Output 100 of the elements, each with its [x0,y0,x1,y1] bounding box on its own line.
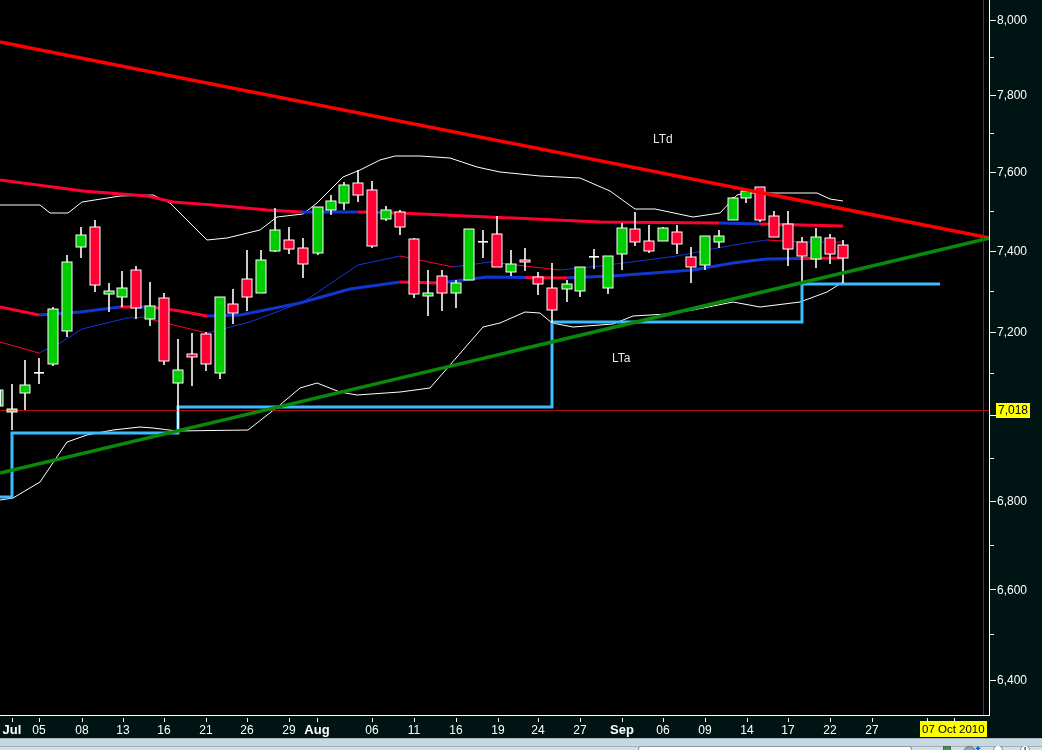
candle [685,246,697,284]
candle [422,269,434,317]
candle [186,332,198,387]
tick-mark [498,718,499,722]
date-label: 27 [865,723,879,737]
date-label: 09 [698,723,712,737]
price-label: 7,200 [997,325,1028,339]
candle [519,247,531,272]
candle [574,266,586,298]
tick-mark [82,718,83,722]
candle [810,227,822,269]
tick-mark [747,718,748,722]
arrow-icon[interactable] [963,746,982,750]
price-label: 8,000 [997,13,1028,27]
tick-mark [456,718,457,722]
tick-mark [872,718,873,722]
candle [241,249,253,312]
candle [19,359,31,411]
price-label: 6,800 [997,494,1028,508]
candle [491,215,503,268]
candle [505,249,517,277]
candle-icon[interactable] [943,746,951,750]
candle [532,271,544,296]
date-label: Sep [610,723,634,737]
candle [837,239,849,284]
tick-mark [830,718,831,722]
date-label: 22 [823,723,837,737]
candle [0,389,4,407]
tick-mark [12,718,13,722]
date-label: 17 [781,723,795,737]
candle [366,180,378,249]
price-label: 7,800 [997,88,1028,102]
candle [103,282,115,313]
date-label: 13 [116,723,130,737]
candle [352,169,364,203]
date-label: 06 [656,723,670,737]
tick-mark [289,718,290,722]
candle [699,235,711,271]
trend-label: LTd [653,132,673,146]
tick-mark [580,718,581,722]
date-label: 05 [32,723,46,737]
candle [671,224,683,255]
input-field[interactable] [638,746,912,750]
tick-mark [123,718,124,722]
candle [394,209,406,236]
price-label: 6,600 [997,583,1028,597]
tick-mark [414,718,415,722]
candle [602,255,614,295]
tick-mark [164,718,165,722]
candle [34,357,44,385]
candle [754,186,766,223]
price-label: 6,400 [997,673,1028,687]
candle [116,270,128,308]
candle [75,226,87,259]
date-label: Aug [304,723,330,737]
candle [589,248,599,270]
candle [283,226,295,255]
date-label: 29 [282,723,296,737]
candle [616,222,628,271]
candle [338,181,350,211]
tick-mark [954,718,955,722]
date-tag: 07 Oct 2010 [920,721,987,737]
date-label: 06 [365,723,379,737]
tick-mark [538,718,539,722]
candle [255,249,267,294]
candle [643,224,655,254]
date-label: 19 [491,723,505,737]
tick-mark [372,718,373,722]
candle [629,211,641,247]
candle [6,383,18,431]
tick-mark [705,718,706,722]
date-label: 26 [240,723,254,737]
trend-label: LTa [612,351,631,365]
date-label: 24 [531,723,545,737]
candle [297,237,309,279]
tick-mark [788,718,789,722]
price-label: 7,600 [997,165,1028,179]
date-label: 11 [407,723,421,737]
candle [408,237,420,299]
tick-mark [39,718,40,722]
candle [768,210,780,238]
candle [782,210,794,267]
date-label: 14 [740,723,754,737]
tick-mark [927,718,928,722]
date-label: 08 [75,723,89,737]
date-label: Jul [2,723,22,737]
candle [436,269,448,312]
candle [47,306,59,367]
date-label: 16 [157,723,171,737]
price-label: 7,400 [997,244,1028,258]
tick-mark [206,718,207,722]
tick-mark [247,718,248,722]
candle [546,262,558,324]
candle [200,331,212,372]
candle [478,229,488,259]
date-label: 21 [199,723,213,737]
price-tag: 7,018 [996,403,1031,418]
candle [144,281,156,327]
date-label: 27 [573,723,587,737]
tick-mark [622,718,623,722]
